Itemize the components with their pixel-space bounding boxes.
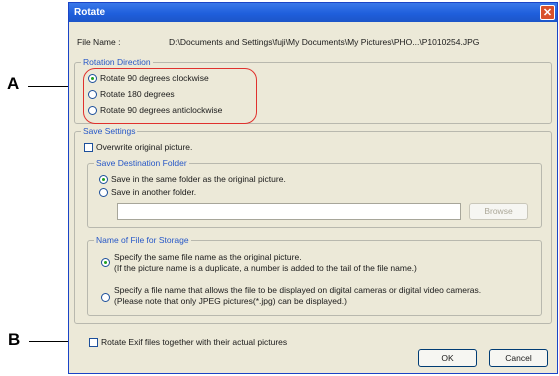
dialog-title: Rotate — [74, 7, 106, 18]
save-settings-legend: Save Settings — [81, 125, 138, 137]
title-bar: Rotate ✕ — [69, 3, 557, 22]
save-another-folder-label: Save in another folder. — [111, 187, 197, 197]
ok-button[interactable]: OK — [418, 349, 477, 367]
rotation-direction-legend: Rotation Direction — [81, 56, 153, 68]
rotate-dialog: Rotate ✕ File Name : D:\Documents and Se… — [68, 2, 558, 374]
close-button[interactable]: ✕ — [540, 5, 555, 20]
radio-icon — [99, 187, 108, 197]
callout-b: B — [8, 330, 21, 349]
checkbox-icon — [89, 337, 98, 347]
save-destination-legend: Save Destination Folder — [94, 157, 189, 169]
camera-file-name-line1: Specify a file name that allows the file… — [114, 285, 482, 295]
exif-label: Rotate Exif files together with their ac… — [101, 337, 288, 347]
destination-path-input[interactable] — [117, 203, 461, 220]
same-file-name-line1: Specify the same file name as the origin… — [114, 252, 302, 262]
save-another-folder-radio[interactable]: Save in another folder. — [99, 187, 196, 197]
cancel-button[interactable]: Cancel — [489, 349, 548, 367]
file-name-value: D:\Documents and Settings\fuji\My Docume… — [169, 37, 480, 47]
browse-button[interactable]: Browse — [469, 203, 528, 220]
file-name-label: File Name : — [77, 37, 121, 47]
save-same-folder-label: Save in the same folder as the original … — [111, 174, 286, 184]
overwrite-label: Overwrite original picture. — [96, 142, 193, 152]
camera-file-name-line2: (Please note that only JPEG pictures(*.j… — [114, 296, 347, 306]
close-icon: ✕ — [542, 7, 553, 19]
same-file-name-line2: (If the picture name is a duplicate, a n… — [114, 263, 417, 273]
camera-file-name-radio[interactable] — [101, 293, 113, 302]
callout-a: A — [7, 74, 20, 93]
save-same-folder-radio[interactable]: Save in the same folder as the original … — [99, 174, 286, 184]
checkbox-icon — [84, 142, 93, 152]
radio-selected-icon — [99, 174, 108, 184]
radio-icon — [101, 293, 110, 302]
exif-checkbox[interactable]: Rotate Exif files together with their ac… — [89, 337, 287, 347]
same-file-name-radio[interactable] — [101, 258, 113, 267]
radio-selected-icon — [101, 258, 110, 267]
callout-a-highlight — [83, 68, 257, 124]
file-name-storage-legend: Name of File for Storage — [94, 234, 191, 246]
overwrite-checkbox[interactable]: Overwrite original picture. — [84, 142, 192, 152]
